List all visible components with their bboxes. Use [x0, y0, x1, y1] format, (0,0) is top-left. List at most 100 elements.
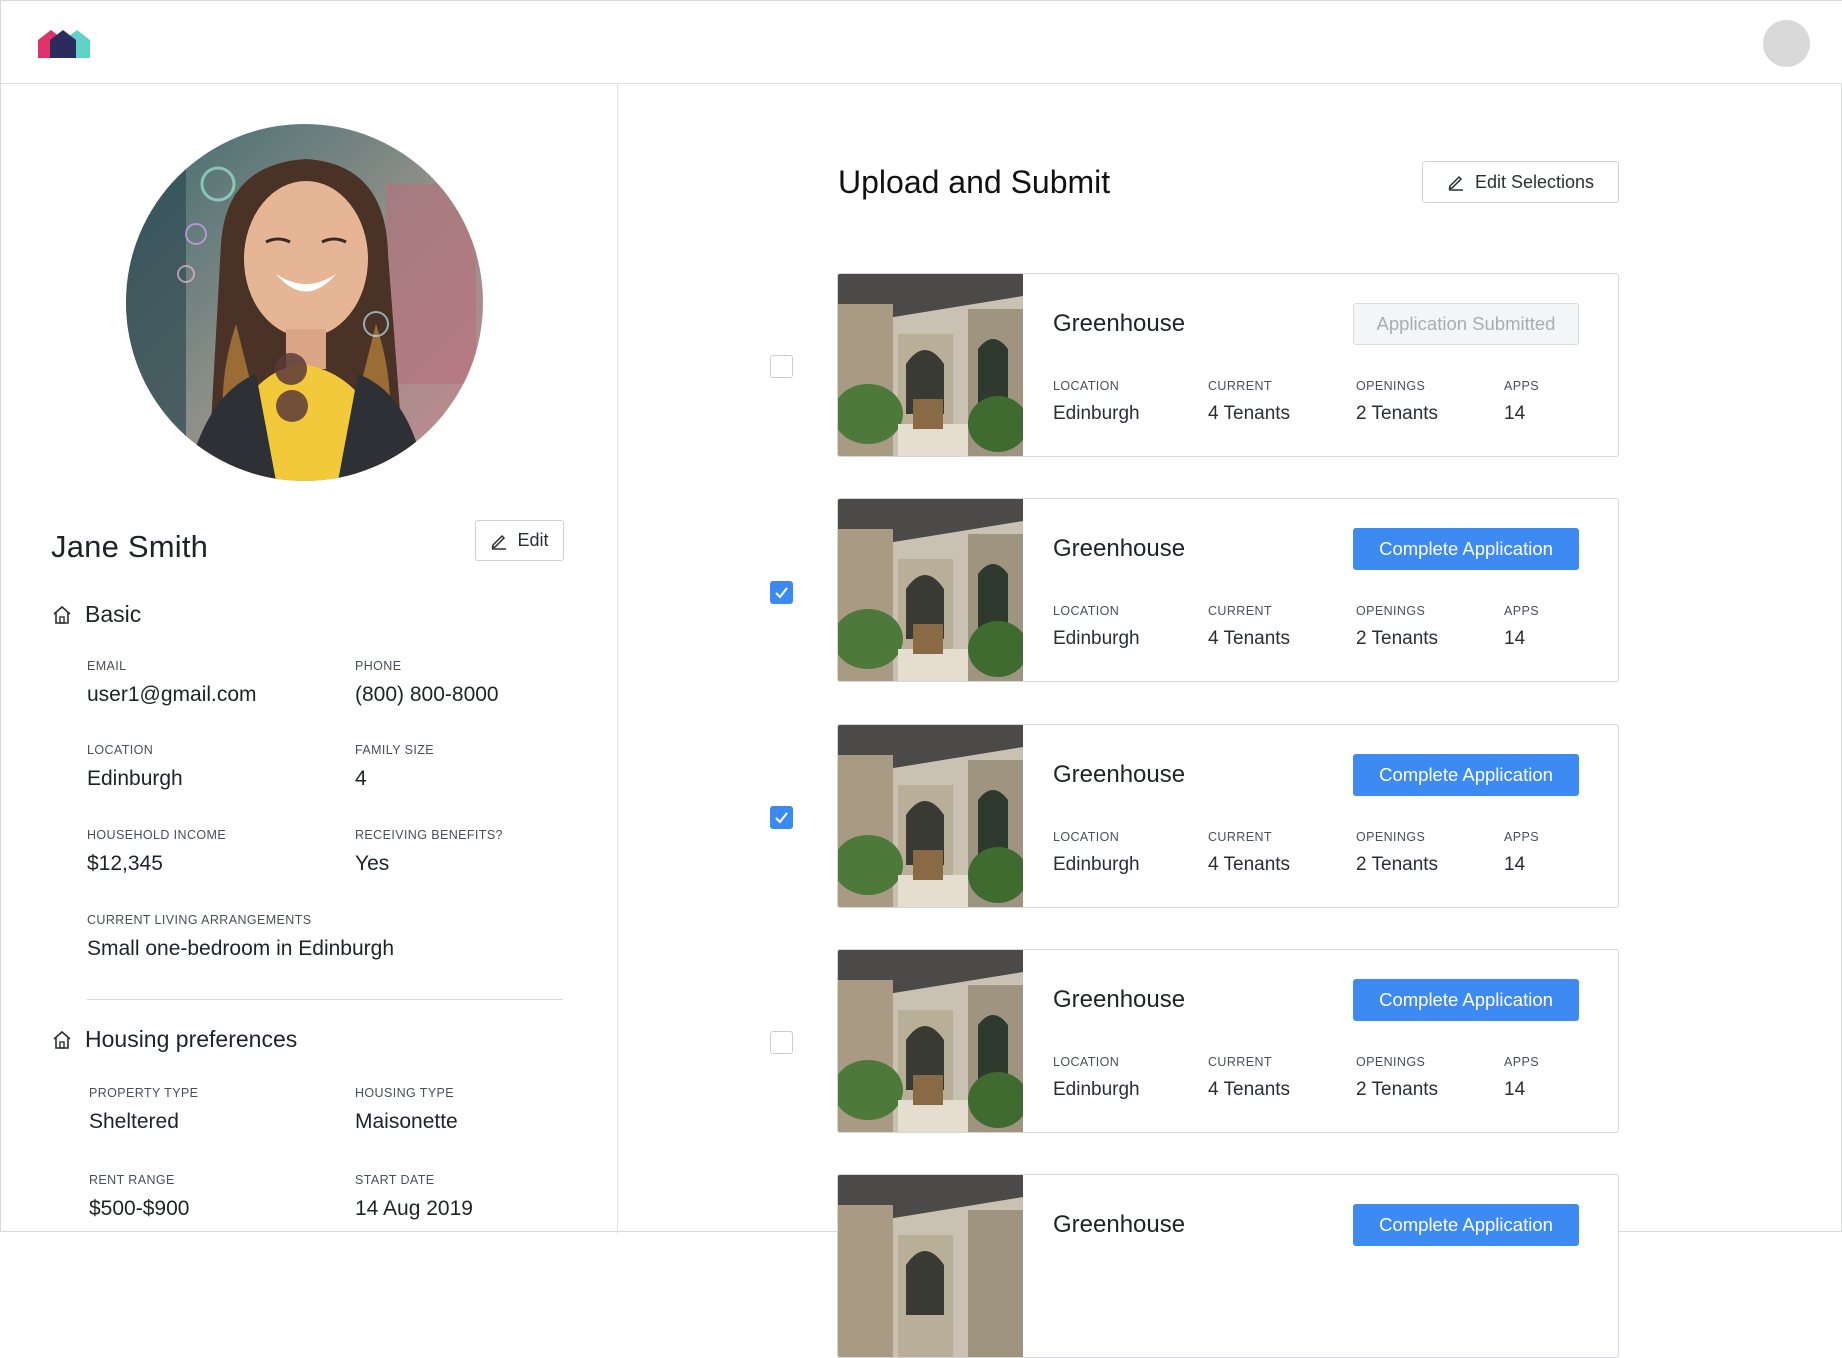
current-value: 4 Tenants: [1208, 1079, 1291, 1100]
section-divider: [87, 999, 563, 1000]
email-value: user1@gmail.com: [87, 683, 257, 706]
location-label: LOCATION: [1053, 830, 1120, 844]
household-income-value: $12,345: [87, 852, 163, 875]
apps-label: APPS: [1504, 604, 1539, 618]
location-value: Edinburgh: [1053, 628, 1140, 649]
profile-photo: [126, 124, 483, 481]
current-stat: CURRENT 4 Tenants: [1208, 379, 1290, 425]
pencil-icon: [492, 534, 507, 550]
current-stat: CURRENT 4 Tenants: [1208, 604, 1290, 650]
housing-heading-text: Housing preferences: [85, 1026, 298, 1052]
listing-name: Greenhouse: [1053, 1211, 1186, 1238]
select-checkbox[interactable]: [770, 581, 793, 604]
select-checkbox[interactable]: [770, 355, 793, 378]
listing-name: Greenhouse: [1053, 535, 1186, 562]
listing-name: Greenhouse: [1053, 310, 1186, 337]
checkmark-icon: [775, 812, 788, 824]
current-label: CURRENT: [1208, 830, 1272, 844]
basic-section-heading: Basic: [51, 601, 141, 628]
listing-name: Greenhouse: [1053, 761, 1186, 788]
housing-type-value: Maisonette: [355, 1110, 458, 1133]
listing-card[interactable]: Greenhouse Complete Application LOCATION…: [837, 724, 1619, 908]
complete-application-button[interactable]: Complete Application: [1353, 1204, 1579, 1246]
location-value: Edinburgh: [1053, 403, 1140, 424]
location-label: LOCATION: [1053, 604, 1120, 618]
apps-value: 14: [1504, 403, 1526, 424]
current-stat: CURRENT 4 Tenants: [1208, 1055, 1290, 1101]
benefits-label: RECEIVING BENEFITS?: [355, 828, 503, 842]
apps-value: 14: [1504, 1079, 1526, 1100]
apps-label: APPS: [1504, 379, 1539, 393]
apps-label: APPS: [1504, 1055, 1539, 1069]
home-icon: [53, 605, 71, 624]
application-submitted-button: Application Submitted: [1353, 303, 1579, 345]
family-size-value: 4: [355, 767, 367, 790]
openings-value: 2 Tenants: [1356, 403, 1439, 424]
email-label: EMAIL: [87, 659, 127, 673]
edit-selections-button[interactable]: Edit Selections: [1422, 161, 1619, 203]
complete-application-button[interactable]: Complete Application: [1353, 754, 1579, 796]
location-stat: LOCATION Edinburgh: [1053, 379, 1140, 425]
family-size-label: FAMILY SIZE: [355, 743, 434, 757]
page-title: Upload and Submit: [838, 164, 1111, 200]
listing-photo: [838, 274, 1023, 456]
select-checkbox[interactable]: [770, 806, 793, 829]
rent-range-value: $500-$900: [89, 1197, 190, 1220]
current-value: 4 Tenants: [1208, 854, 1291, 875]
household-income-field: HOUSEHOLD INCOME $12,345: [87, 828, 226, 876]
openings-stat: OPENINGS 2 Tenants: [1356, 379, 1438, 425]
edit-profile-button[interactable]: Edit: [475, 520, 564, 561]
openings-label: OPENINGS: [1356, 1055, 1426, 1069]
apps-stat: APPS 14: [1504, 1055, 1539, 1101]
phone-label: PHONE: [355, 659, 402, 673]
top-bar: [1, 1, 1842, 84]
location-stat: LOCATION Edinburgh: [1053, 830, 1140, 876]
benefits-field: RECEIVING BENEFITS? Yes: [355, 828, 503, 876]
listing-card[interactable]: Greenhouse Complete Application LOCATION…: [837, 498, 1619, 682]
housing-type-field: HOUSING TYPE Maisonette: [355, 1086, 458, 1134]
listing-card[interactable]: Greenhouse Application Submitted LOCATIO…: [837, 273, 1619, 457]
location-label: LOCATION: [1053, 1055, 1120, 1069]
location-stat: LOCATION Edinburgh: [1053, 1055, 1140, 1101]
phone-field: PHONE (800) 800-8000: [355, 659, 499, 707]
user-avatar-icon[interactable]: [1763, 20, 1810, 67]
household-income-label: HOUSEHOLD INCOME: [87, 828, 227, 842]
email-field: EMAIL user1@gmail.com: [87, 659, 257, 707]
listing-name: Greenhouse: [1053, 986, 1186, 1013]
apps-label: APPS: [1504, 830, 1539, 844]
current-label: CURRENT: [1208, 1055, 1272, 1069]
apps-value: 14: [1504, 854, 1526, 875]
location-stat: LOCATION Edinburgh: [1053, 604, 1140, 650]
checkmark-icon: [775, 587, 788, 599]
profile-name: Jane Smith: [51, 529, 209, 564]
basic-heading-text: Basic: [85, 601, 142, 627]
current-label: CURRENT: [1208, 604, 1272, 618]
openings-label: OPENINGS: [1356, 830, 1426, 844]
openings-stat: OPENINGS 2 Tenants: [1356, 604, 1438, 650]
apps-stat: APPS 14: [1504, 604, 1539, 650]
listing-card[interactable]: Greenhouse Complete Application LOCATION…: [837, 949, 1619, 1133]
housing-section-heading: Housing preferences: [51, 1026, 297, 1053]
complete-application-button[interactable]: Complete Application: [1353, 979, 1579, 1021]
location-value: Edinburgh: [1053, 854, 1140, 875]
start-date-field: START DATE 14 Aug 2019: [355, 1173, 473, 1221]
openings-stat: OPENINGS 2 Tenants: [1356, 1055, 1438, 1101]
apps-stat: APPS 14: [1504, 379, 1539, 425]
living-arrangements-field: CURRENT LIVING ARRANGEMENTS Small one-be…: [87, 913, 394, 961]
pencil-icon: [1448, 175, 1463, 191]
current-label: CURRENT: [1208, 379, 1272, 393]
family-size-field: FAMILY SIZE 4: [355, 743, 434, 791]
listing-photo: [838, 499, 1023, 681]
current-stat: CURRENT 4 Tenants: [1208, 830, 1290, 876]
listing-card[interactable]: Greenhouse Complete Application: [837, 1174, 1619, 1358]
location-label: LOCATION: [87, 743, 154, 757]
complete-application-button[interactable]: Complete Application: [1353, 528, 1579, 570]
start-date-label: START DATE: [355, 1173, 435, 1187]
benefits-value: Yes: [355, 852, 390, 875]
select-checkbox[interactable]: [770, 1031, 793, 1054]
edit-selections-label: Edit Selections: [1474, 171, 1595, 192]
home-icon: [53, 1030, 71, 1049]
house-logo-icon[interactable]: [38, 30, 90, 58]
current-value: 4 Tenants: [1208, 403, 1291, 424]
openings-value: 2 Tenants: [1356, 1079, 1439, 1100]
